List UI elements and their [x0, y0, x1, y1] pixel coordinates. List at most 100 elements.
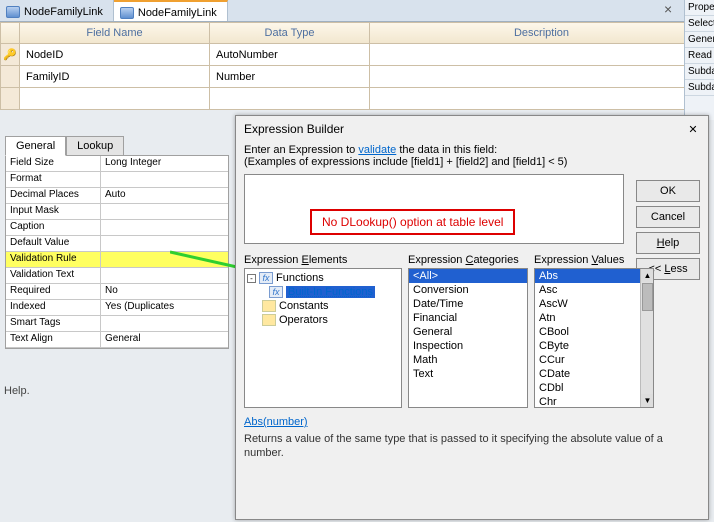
prop-value[interactable] [101, 268, 228, 283]
property-row[interactable]: Smart Tags [6, 316, 228, 332]
prop-value[interactable] [101, 172, 228, 187]
scroll-up-icon[interactable]: ▲ [641, 269, 654, 282]
field-name-cell[interactable]: NodeID [20, 44, 210, 66]
tree-item-operators[interactable]: Operators [279, 314, 328, 326]
field-grid: Field Name Data Type Description 🔑 NodeI… [0, 22, 714, 110]
prop-name: Text Align [6, 332, 101, 347]
property-row[interactable]: Text AlignGeneral [6, 332, 228, 348]
column-header-description[interactable]: Description [370, 22, 714, 44]
row-selector[interactable] [0, 88, 20, 110]
property-row[interactable]: Format [6, 172, 228, 188]
tab-general[interactable]: General [5, 136, 66, 156]
tab-lookup[interactable]: Lookup [66, 136, 124, 156]
list-item[interactable]: Atn [535, 311, 653, 325]
row-selector[interactable]: 🔑 [0, 44, 20, 66]
description-cell[interactable] [370, 44, 714, 66]
syntax-description: Returns a value of the same type that is… [244, 432, 700, 461]
tree-item-functions[interactable]: Functions [276, 272, 324, 284]
property-row[interactable]: Input Mask [6, 204, 228, 220]
prop-name: Input Mask [6, 204, 101, 219]
data-type-cell[interactable]: AutoNumber [210, 44, 370, 66]
list-item[interactable]: CCur [535, 353, 653, 367]
prop-name: Indexed [6, 300, 101, 315]
scroll-thumb[interactable] [642, 283, 653, 311]
key-icon: 🔑 [3, 48, 17, 61]
folder-icon [262, 300, 276, 312]
syntax-link[interactable]: Abs(number) [244, 416, 308, 428]
property-row[interactable]: Validation Rule [6, 252, 228, 268]
categories-list[interactable]: <All>ConversionDate/TimeFinancialGeneral… [408, 268, 528, 408]
tree-item-constants[interactable]: Constants [279, 300, 329, 312]
prop-name: Validation Text [6, 268, 101, 283]
prop-value[interactable] [101, 316, 228, 331]
list-item[interactable]: Math [409, 353, 527, 367]
tree-item-builtin[interactable]: Built-In Functions [286, 286, 375, 298]
row-selector-header[interactable] [0, 22, 20, 44]
help-button[interactable]: Help [636, 232, 700, 254]
tab-nodefamilylink-2[interactable]: NodeFamilyLink [114, 0, 228, 21]
field-name-cell[interactable]: FamilyID [20, 66, 210, 88]
fx-icon: fx [269, 286, 283, 298]
prop-value[interactable]: Yes (Duplicates [101, 300, 228, 315]
list-item[interactable]: Financial [409, 311, 527, 325]
property-row[interactable]: Default Value [6, 236, 228, 252]
folder-icon [262, 314, 276, 326]
data-type-cell[interactable]: Number [210, 66, 370, 88]
ok-button[interactable]: OK [636, 180, 700, 202]
collapse-icon[interactable]: - [247, 274, 256, 283]
field-name-cell[interactable] [20, 88, 210, 110]
list-item[interactable]: CDbl [535, 381, 653, 395]
list-item[interactable]: CDate [535, 367, 653, 381]
row-selector[interactable] [0, 66, 20, 88]
property-row[interactable]: IndexedYes (Duplicates [6, 300, 228, 316]
prop-name: Decimal Places [6, 188, 101, 203]
close-icon[interactable]: × [664, 2, 680, 18]
property-row[interactable]: Field SizeLong Integer [6, 156, 228, 172]
prop-value[interactable] [101, 252, 228, 267]
fx-icon: fx [259, 272, 273, 284]
tab-nodefamilylink-1[interactable]: NodeFamilyLink [0, 0, 114, 21]
list-item[interactable]: Chr [535, 395, 653, 408]
list-item[interactable]: Date/Time [409, 297, 527, 311]
list-item[interactable]: Conversion [409, 283, 527, 297]
property-row[interactable]: RequiredNo [6, 284, 228, 300]
close-button[interactable]: ✕ [684, 121, 702, 137]
prop-value[interactable] [101, 236, 228, 251]
prop-value[interactable] [101, 204, 228, 219]
prop-value[interactable]: Auto [101, 188, 228, 203]
validate-link[interactable]: validate [358, 144, 396, 156]
list-item[interactable]: Inspection [409, 339, 527, 353]
property-row[interactable]: Decimal PlacesAuto [6, 188, 228, 204]
list-item[interactable]: CByte [535, 339, 653, 353]
list-item[interactable]: Abs [535, 269, 653, 283]
column-header-fieldname[interactable]: Field Name [20, 22, 210, 44]
expression-textarea[interactable]: No DLookup() option at table level [244, 174, 624, 244]
table-icon [6, 6, 20, 18]
scrollbar[interactable]: ▲▼ [640, 269, 653, 407]
description-cell[interactable] [370, 66, 714, 88]
list-item[interactable]: Text [409, 367, 527, 381]
property-row[interactable]: Validation Text [6, 268, 228, 284]
values-list[interactable]: AbsAscAscWAtnCBoolCByteCCurCDateCDblChrC… [534, 268, 654, 408]
property-row[interactable]: Caption [6, 220, 228, 236]
prop-value[interactable]: Long Integer [101, 156, 228, 171]
list-item[interactable]: Asc [535, 283, 653, 297]
list-item[interactable]: <All> [409, 269, 527, 283]
data-type-cell[interactable] [210, 88, 370, 110]
elements-tree[interactable]: -fxFunctions fxBuilt-In Functions Consta… [244, 268, 402, 408]
categories-label: Expression Categories [408, 254, 528, 266]
list-item[interactable]: CBool [535, 325, 653, 339]
elements-label: Expression Elements [244, 254, 402, 266]
description-cell[interactable] [370, 88, 714, 110]
prop-name: Field Size [6, 156, 101, 171]
list-item[interactable]: AscW [535, 297, 653, 311]
tab-label: NodeFamilyLink [138, 7, 217, 19]
prop-value[interactable]: General [101, 332, 228, 347]
column-header-datatype[interactable]: Data Type [210, 22, 370, 44]
label: Selectio [685, 16, 714, 32]
list-item[interactable]: General [409, 325, 527, 339]
prop-value[interactable] [101, 220, 228, 235]
scroll-down-icon[interactable]: ▼ [641, 394, 654, 407]
prop-value[interactable]: No [101, 284, 228, 299]
cancel-button[interactable]: Cancel [636, 206, 700, 228]
